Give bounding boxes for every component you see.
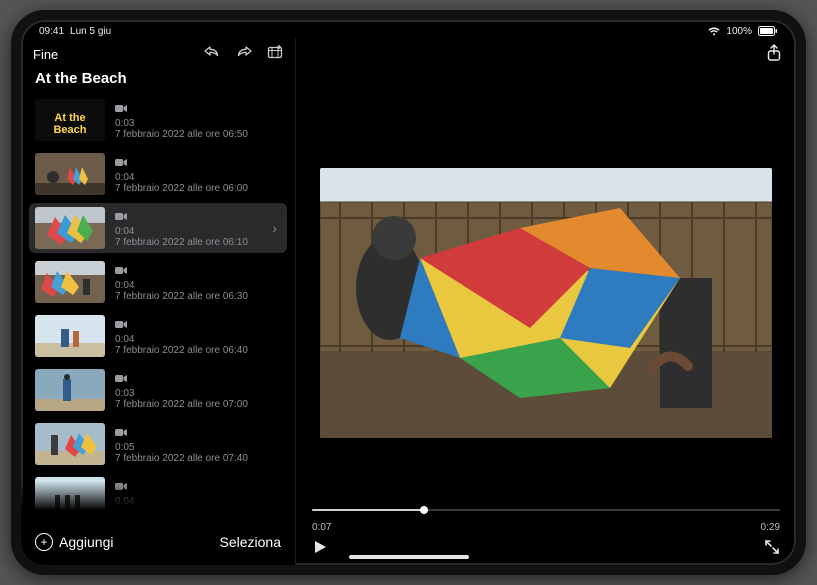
video-icon [115,370,127,388]
clip-row[interactable]: 0:04 7 febbraio 2022 alle ore 06:10 › [29,203,287,253]
clip-duration: 0:04 [115,172,281,183]
clip-duration: 0:04 [115,496,281,507]
clip-row[interactable]: 0:04 7 febbraio 2022 alle ore 06:00 [29,149,287,199]
clip-list[interactable]: At theBeach 0:03 7 febbraio 2022 alle or… [21,95,295,523]
clip-duration: 0:03 [115,388,281,399]
svg-text:Beach: Beach [53,124,86,136]
clip-date: 7 febbraio 2022 alle ore 06:50 [115,129,281,140]
clip-thumbnail: At theBeach [35,99,105,141]
sidebar: Fine At the Beach [21,38,296,565]
video-icon [115,154,127,172]
clip-date: 7 febbraio 2022 alle ore 06:40 [115,345,281,356]
clip-row[interactable]: 0:04 7 febbraio 2022 alle ore 06:30 [29,257,287,307]
select-button[interactable]: Seleziona [220,534,282,550]
clip-thumbnail [35,369,105,411]
wifi-icon [708,27,720,36]
clip-row[interactable]: At theBeach 0:03 7 febbraio 2022 alle or… [29,95,287,145]
app-content: Fine At the Beach [21,38,796,565]
clip-row[interactable]: 0:04 7 febbraio 2022 … [29,473,287,523]
clip-thumbnail [35,477,105,519]
video-icon [115,262,127,280]
fullscreen-button[interactable] [764,539,780,560]
ipad-device-frame: 09:41 Lun 5 giu 100% Fine [11,10,806,575]
project-title: At the Beach [21,66,295,95]
clip-date: 7 febbraio 2022 … [115,507,281,518]
video-icon [115,100,127,118]
clip-thumbnail [35,153,105,195]
clip-duration: 0:05 [115,442,281,453]
chevron-right-icon[interactable]: › [272,220,281,236]
clip-date: 7 febbraio 2022 alle ore 07:40 [115,453,281,464]
clip-date: 7 febbraio 2022 alle ore 06:30 [115,291,281,302]
main-pane: 0:07 0:29 [296,38,796,565]
play-button[interactable] [312,539,328,560]
status-bar: 09:41 Lun 5 giu 100% [21,20,796,38]
video-icon [115,478,127,496]
clip-duration: 0:04 [115,280,281,291]
clip-date: 7 febbraio 2022 alle ore 06:00 [115,183,281,194]
home-indicator[interactable] [349,555,469,559]
scrubber[interactable] [312,502,780,518]
share-icon[interactable] [766,44,782,60]
clip-duration: 0:04 [115,226,262,237]
sidebar-bottom-bar: + Aggiungi Seleziona [21,523,295,565]
add-label: Aggiungi [59,534,114,550]
undo-icon[interactable] [203,45,221,64]
video-icon [115,316,127,334]
svg-text:At the: At the [54,112,85,124]
current-time: 0:07 [312,522,331,533]
clip-date: 7 febbraio 2022 alle ore 06:10 [115,237,262,248]
add-button[interactable]: + Aggiungi [35,533,114,551]
clip-date: 7 febbraio 2022 alle ore 07:00 [115,399,281,410]
clip-duration: 0:04 [115,334,281,345]
video-icon [115,208,127,226]
battery-icon [758,26,778,36]
status-time: 09:41 [39,26,64,37]
video-icon [115,424,127,442]
storyboard-settings-icon[interactable] [267,44,283,65]
video-preview[interactable] [320,168,772,438]
clip-thumbnail [35,315,105,357]
clip-row[interactable]: 0:05 7 febbraio 2022 alle ore 07:40 [29,419,287,469]
plus-icon: + [35,533,53,551]
battery-percent: 100% [726,26,752,37]
total-time: 0:29 [761,522,780,533]
clip-thumbnail [35,423,105,465]
done-button[interactable]: Fine [33,47,58,62]
sidebar-top-bar: Fine [21,38,295,66]
redo-icon[interactable] [235,45,253,64]
status-date: Lun 5 giu [70,26,111,37]
clip-row[interactable]: 0:03 7 febbraio 2022 alle ore 07:00 [29,365,287,415]
clip-row[interactable]: 0:04 7 febbraio 2022 alle ore 06:40 [29,311,287,361]
clip-thumbnail [35,207,105,249]
clip-thumbnail [35,261,105,303]
clip-duration: 0:03 [115,118,281,129]
